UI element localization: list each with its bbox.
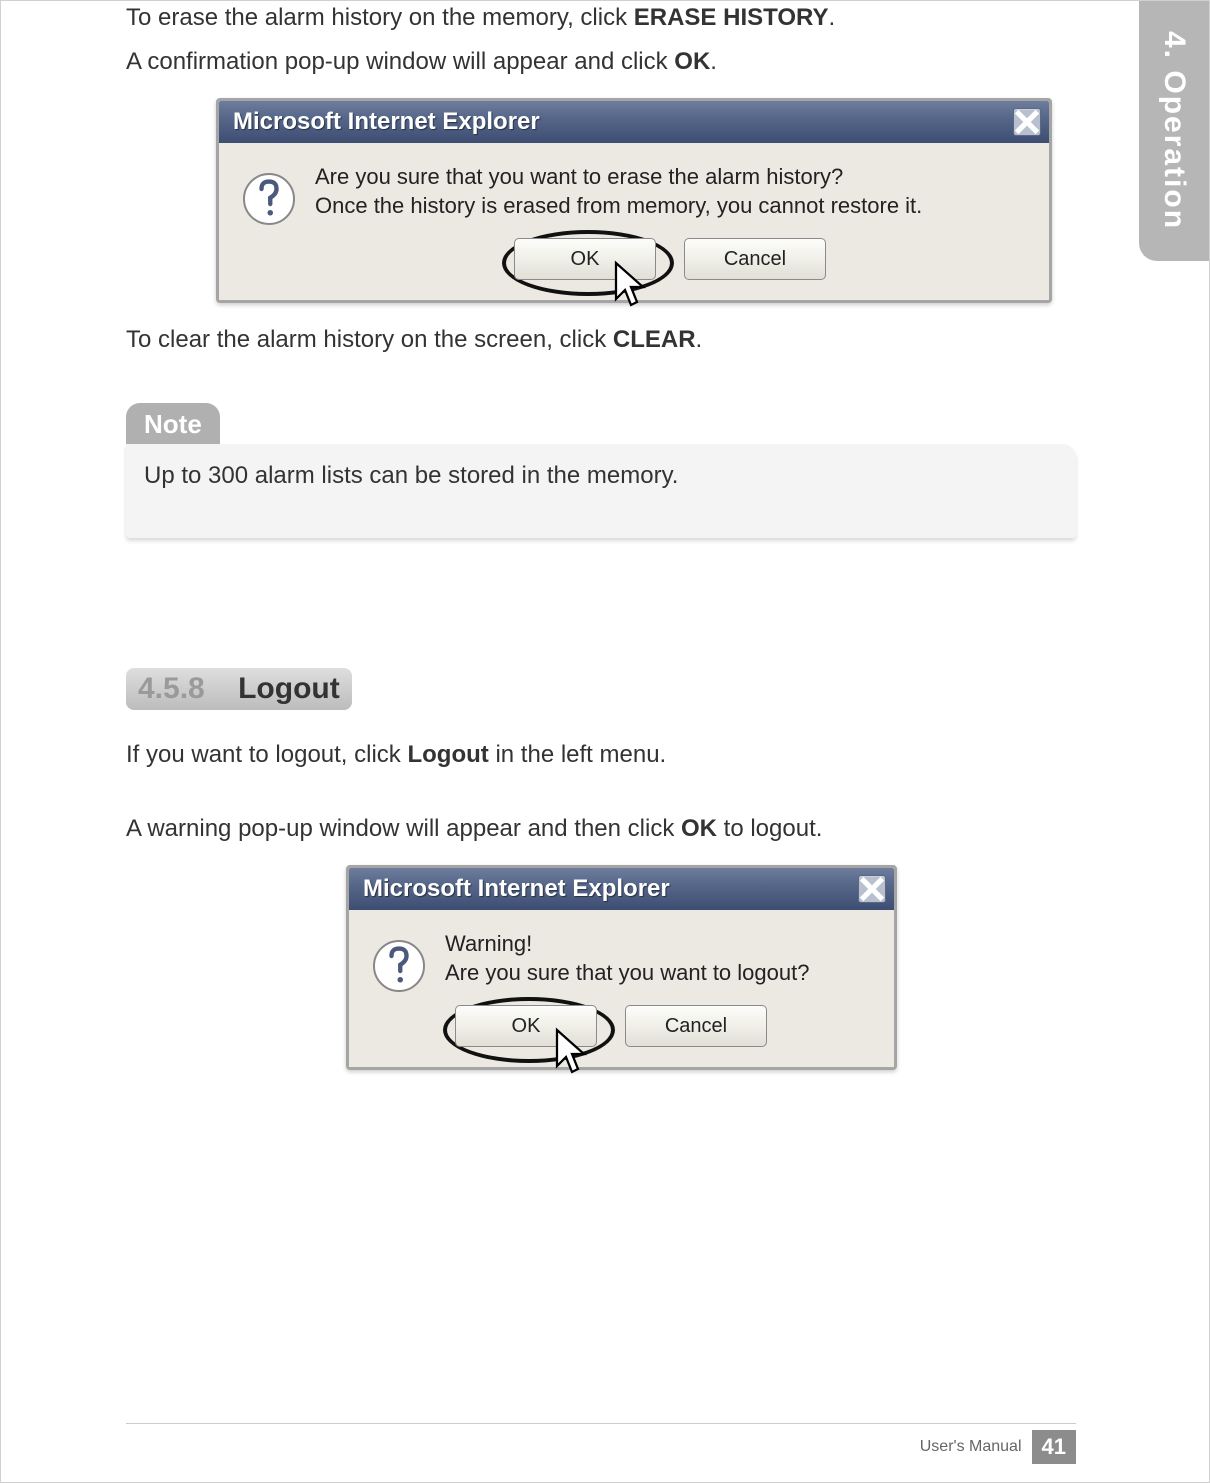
clear-keyword: CLEAR	[613, 326, 696, 353]
ok-button-highlight: OK	[455, 1005, 597, 1047]
text: Warning!	[445, 931, 532, 956]
text: If you want to logout, click	[126, 741, 407, 768]
section-title: Logout	[238, 672, 340, 705]
question-icon	[243, 173, 295, 225]
cancel-button[interactable]: Cancel	[625, 1005, 767, 1047]
close-icon[interactable]	[1013, 108, 1041, 136]
text: Are you sure that you want to erase the …	[315, 164, 843, 189]
cancel-button[interactable]: Cancel	[684, 238, 826, 280]
button-label: Cancel	[665, 1015, 727, 1038]
text: A confirmation pop-up window will appear…	[126, 48, 674, 75]
button-label: OK	[571, 248, 600, 271]
ok-keyword: OK	[674, 48, 710, 75]
logout-paragraph-1: If you want to logout, click Logout in t…	[126, 738, 1076, 772]
button-label: OK	[512, 1015, 541, 1038]
dialog-body: Are you sure that you want to erase the …	[219, 143, 1049, 300]
text: in the left menu.	[489, 741, 666, 768]
close-icon[interactable]	[858, 875, 886, 903]
text: .	[828, 4, 835, 31]
page-number: 41	[1032, 1430, 1076, 1464]
dialog-button-row: OK Cancel	[455, 1005, 870, 1047]
chapter-side-tab: 4. Operation	[1139, 1, 1209, 261]
text: To clear the alarm history on the screen…	[126, 326, 613, 353]
dialog-titlebar: Microsoft Internet Explorer	[349, 868, 894, 910]
note-block: Note Up to 300 alarm lists can be stored…	[126, 367, 1076, 538]
page-content: To erase the alarm history on the memory…	[126, 1, 1076, 1482]
page-footer: User's Manual 41	[126, 1423, 1076, 1470]
intro-paragraph-1: To erase the alarm history on the memory…	[126, 1, 1076, 35]
text: Are you sure that you want to logout?	[445, 960, 809, 985]
section-number: 4.5.8	[138, 672, 205, 705]
button-label: Cancel	[724, 248, 786, 271]
question-icon	[373, 940, 425, 992]
text: To erase the alarm history on the memory…	[126, 4, 634, 31]
dialog-button-row: OK Cancel	[315, 238, 1025, 280]
manual-page: 4. Operation To erase the alarm history …	[0, 0, 1210, 1483]
ok-button[interactable]: OK	[514, 238, 656, 280]
text: .	[696, 326, 703, 353]
logout-keyword: Logout	[407, 741, 488, 768]
dialog-message: Are you sure that you want to erase the …	[315, 163, 1025, 220]
note-text: Up to 300 alarm lists can be stored in t…	[144, 462, 678, 489]
ok-button[interactable]: OK	[455, 1005, 597, 1047]
note-box: Up to 300 alarm lists can be stored in t…	[126, 444, 1076, 538]
ok-keyword: OK	[681, 815, 717, 842]
section-heading: 4.5.8 Logout	[126, 668, 352, 710]
text: A warning pop-up window will appear and …	[126, 815, 681, 842]
erase-history-keyword: ERASE HISTORY	[634, 4, 829, 31]
dialog-message: Warning! Are you sure that you want to l…	[445, 930, 870, 987]
confirm-dialog-erase: Microsoft Internet Explorer Are	[216, 98, 1052, 303]
dialog-figure-2: Microsoft Internet Explorer War	[216, 865, 1076, 1070]
chapter-side-tab-label: 4. Operation	[1157, 31, 1191, 230]
dialog-titlebar: Microsoft Internet Explorer	[219, 101, 1049, 143]
text: .	[710, 48, 717, 75]
dialog-body: Warning! Are you sure that you want to l…	[349, 910, 894, 1067]
note-label: Note	[126, 403, 220, 444]
ok-button-highlight: OK	[514, 238, 656, 280]
dialog-title: Microsoft Internet Explorer	[363, 875, 670, 903]
text: to logout.	[717, 815, 822, 842]
intro-paragraph-2: A confirmation pop-up window will appear…	[126, 45, 1076, 79]
logout-paragraph-2: A warning pop-up window will appear and …	[126, 812, 1076, 846]
text: Once the history is erased from memory, …	[315, 193, 922, 218]
confirm-dialog-logout: Microsoft Internet Explorer War	[346, 865, 897, 1070]
footer-label: User's Manual	[920, 1438, 1022, 1456]
dialog-figure-1: Microsoft Internet Explorer Are	[216, 98, 1076, 303]
clear-instruction: To clear the alarm history on the screen…	[126, 323, 1076, 357]
dialog-title: Microsoft Internet Explorer	[233, 108, 540, 136]
